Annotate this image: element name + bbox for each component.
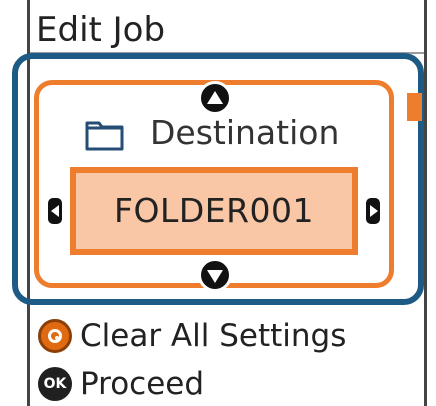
printer-panel-screen: Edit Job Destination FOLDER001 Clear All… bbox=[0, 0, 436, 406]
clear-icon-glyph bbox=[48, 329, 62, 343]
clear-icon bbox=[38, 319, 72, 353]
up-arrow-shape bbox=[207, 90, 223, 104]
folder-icon bbox=[84, 118, 126, 152]
proceed-label: Proceed bbox=[80, 366, 205, 402]
proceed-action[interactable]: OK Proceed bbox=[38, 363, 204, 405]
destination-label: Destination bbox=[150, 113, 340, 152]
ok-icon: OK bbox=[38, 367, 72, 401]
clear-all-settings-action[interactable]: Clear All Settings bbox=[38, 315, 346, 357]
right-frame-line bbox=[424, 0, 427, 406]
destination-value-field[interactable]: FOLDER001 bbox=[70, 167, 358, 255]
down-arrow-shape bbox=[207, 269, 223, 283]
right-arrow-shape bbox=[369, 205, 378, 217]
left-arrow-shape bbox=[50, 205, 59, 217]
scroll-indicator[interactable] bbox=[407, 93, 422, 121]
clear-all-settings-label: Clear All Settings bbox=[80, 318, 347, 354]
ok-icon-text: OK bbox=[43, 376, 67, 392]
up-arrow-icon[interactable] bbox=[198, 81, 232, 115]
page-title: Edit Job bbox=[36, 10, 166, 50]
down-arrow-icon[interactable] bbox=[198, 258, 232, 292]
left-arrow-icon[interactable] bbox=[46, 196, 64, 226]
destination-value: FOLDER001 bbox=[113, 191, 315, 230]
right-arrow-icon[interactable] bbox=[364, 196, 382, 226]
